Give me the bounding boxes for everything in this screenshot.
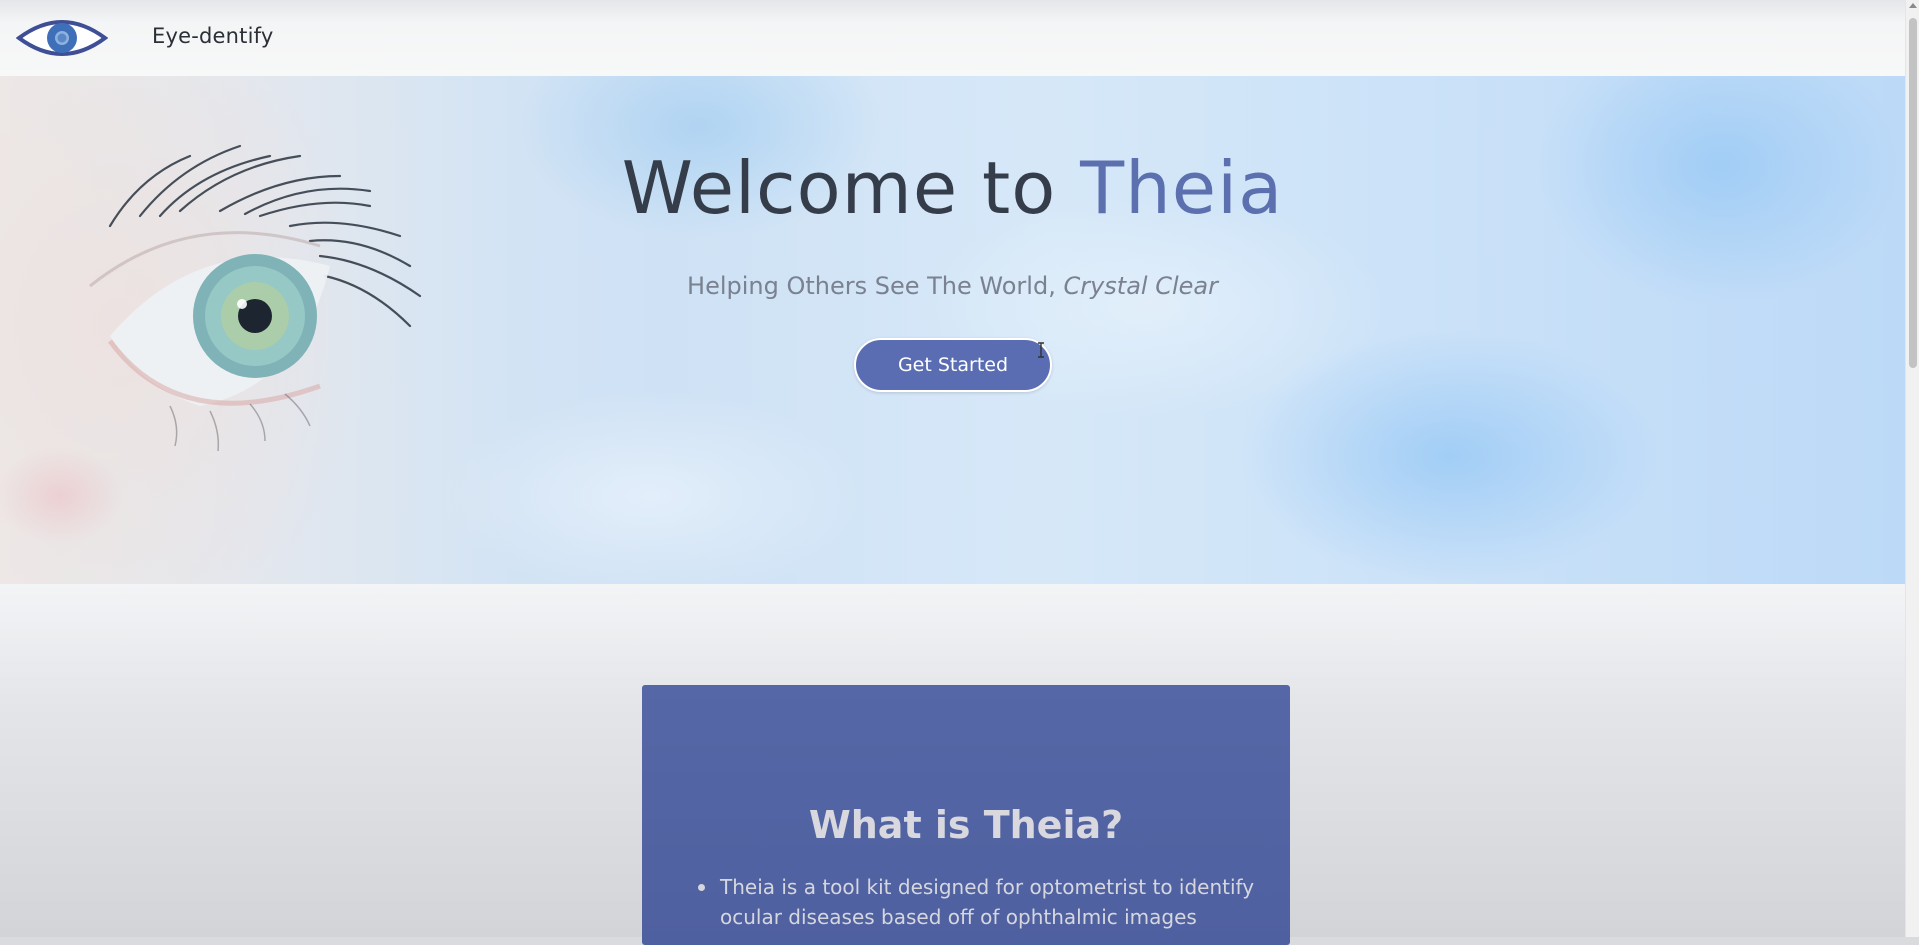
scroll-up-arrow-icon[interactable]: [1909, 3, 1917, 8]
about-section: What is Theia? Theia is a tool kit desig…: [0, 584, 1905, 945]
text-cursor-icon: [1038, 342, 1044, 358]
scrollbar-thumb[interactable]: [1909, 18, 1917, 368]
hero-subtitle: Helping Others See The World, Crystal Cl…: [0, 272, 1905, 300]
about-list-item: Theia is a tool kit designed for optomet…: [698, 872, 1278, 932]
hero-title-accent: Theia: [1080, 146, 1284, 230]
hero-subtitle-italic: Crystal Clear: [1063, 272, 1218, 300]
page-scrollbar[interactable]: [1905, 0, 1919, 937]
eye-logo-icon[interactable]: [15, 14, 109, 62]
about-card: What is Theia? Theia is a tool kit desig…: [642, 685, 1290, 945]
hero-title: Welcome to Theia: [0, 146, 1905, 230]
hero-title-prefix: Welcome to: [621, 146, 1081, 230]
hero-banner: Welcome to Theia Helping Others See The …: [0, 76, 1905, 584]
hero-subtitle-text: Helping Others See The World,: [687, 272, 1064, 300]
get-started-button[interactable]: Get Started: [854, 338, 1052, 392]
about-list: Theia is a tool kit designed for optomet…: [698, 872, 1278, 932]
about-title: What is Theia?: [808, 803, 1124, 847]
brand-name[interactable]: Eye-dentify: [152, 24, 273, 48]
top-navbar: Eye-dentify: [0, 0, 1905, 76]
